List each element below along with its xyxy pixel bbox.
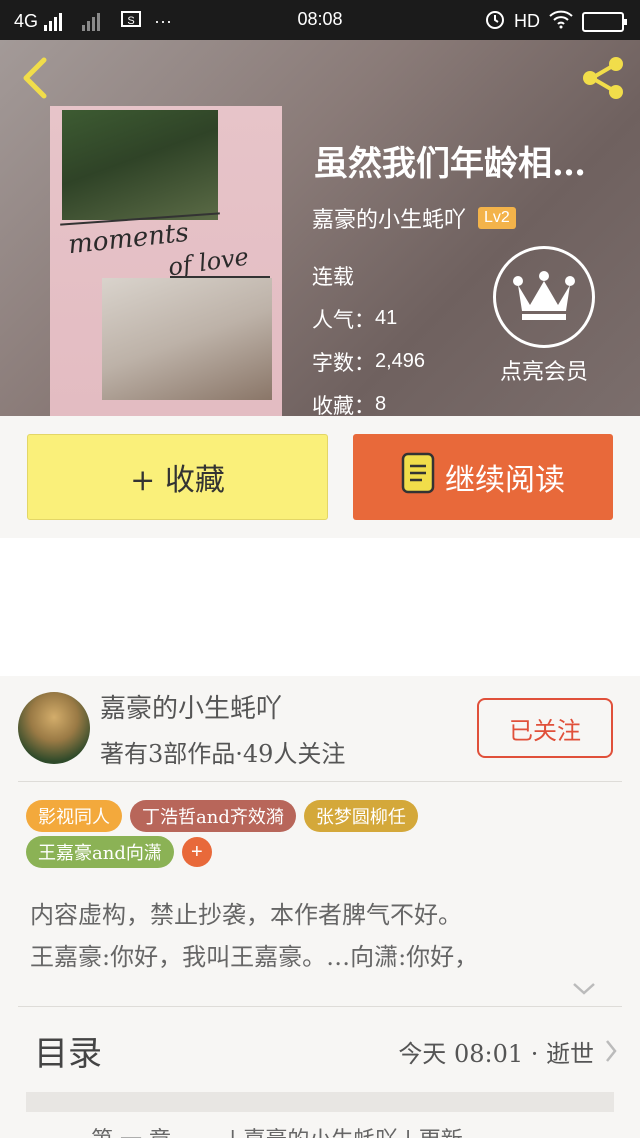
- cover-photo-top: [62, 110, 218, 220]
- tag[interactable]: 影视同人: [26, 800, 122, 832]
- book-header: moments of love 虽然我们年龄相… 嘉豪的小生蚝吖 Lv2 连载 …: [0, 40, 640, 416]
- divider: [18, 1006, 622, 1007]
- book-title: 虽然我们年龄相…: [314, 144, 586, 184]
- collect-button[interactable]: + 收藏: [27, 434, 328, 520]
- popularity-value: 41: [375, 307, 398, 329]
- toc-label: 目录: [34, 1034, 102, 1074]
- alarm-icon: [484, 8, 506, 35]
- description-line: 王嘉豪:你好，我叫王嘉豪。…向潇:你好，: [30, 943, 479, 971]
- battery-icon: [582, 11, 627, 32]
- divider: [18, 781, 622, 782]
- continue-reading-label: 继续阅读: [445, 463, 565, 498]
- book-icon: [401, 452, 435, 502]
- action-bar: + 收藏 继续阅读: [0, 416, 640, 538]
- book-cover[interactable]: moments of love: [50, 106, 282, 416]
- author-row: 嘉豪的小生蚝吖 Lv2: [312, 202, 516, 234]
- vip-button[interactable]: 点亮会员: [486, 246, 602, 386]
- crown-icon: [493, 246, 595, 348]
- popularity-row: 人气： 41: [312, 297, 425, 340]
- wifi-icon: [548, 9, 574, 34]
- tag[interactable]: 张梦圆柳任: [303, 800, 418, 832]
- tag-row: 王嘉豪and向潇 +: [26, 836, 626, 868]
- favorites-label: 收藏：: [312, 393, 375, 417]
- chapter-list-header: [26, 1092, 614, 1112]
- add-tag-button[interactable]: +: [181, 837, 212, 867]
- continue-reading-button[interactable]: 继续阅读: [353, 434, 613, 520]
- cover-photo-bottom: [102, 278, 272, 400]
- description-line: 内容虚构，禁止抄袭，本作者脾气不好。: [30, 901, 462, 929]
- serial-status: 连载: [312, 264, 354, 289]
- words-label: 字数：: [312, 350, 375, 375]
- book-description[interactable]: 内容虚构，禁止抄袭，本作者脾气不好。 王嘉豪:你好，我叫王嘉豪。…向潇:你好，: [30, 894, 620, 978]
- tag-row: 影视同人 丁浩哲and齐效漪 张梦圆柳任: [26, 800, 626, 832]
- chapter-list-peek[interactable]: —— 第 一 章 —— | 嘉豪的小生蚝吖 | 更新: [40, 1122, 640, 1138]
- spacer: [0, 538, 640, 676]
- table-of-contents-row[interactable]: 目录 今天 08:01 · 逝世: [0, 1008, 640, 1092]
- tag[interactable]: 丁浩哲and齐效漪: [130, 800, 296, 832]
- status-bar: 4G S ··· 08:08 HD: [0, 0, 640, 40]
- vip-label: 点亮会员: [499, 360, 588, 385]
- share-icon[interactable]: [580, 54, 628, 102]
- avatar[interactable]: [18, 692, 90, 764]
- level-badge: Lv2: [478, 207, 516, 229]
- hd-label: HD: [514, 11, 540, 31]
- author-section: 嘉豪的小生蚝吖 著有3部作品·49人关注 已关注 影视同人 丁浩哲and齐效漪 …: [0, 676, 640, 1138]
- words-value: 2,496: [375, 350, 426, 372]
- words-row: 字数： 2,496: [312, 340, 425, 383]
- status-right: HD: [484, 8, 627, 35]
- favorites-value: 8: [375, 393, 387, 415]
- tag-list: 影视同人 丁浩哲and齐效漪 张梦圆柳任 王嘉豪and向潇 +: [26, 800, 626, 872]
- tag[interactable]: 王嘉豪and向潇: [26, 836, 174, 868]
- author-name[interactable]: 嘉豪的小生蚝吖: [100, 688, 282, 725]
- toc-update-info: 今天 08:01 · 逝世: [398, 1040, 594, 1068]
- follow-button[interactable]: 已关注: [477, 698, 613, 758]
- chevron-down-icon[interactable]: [570, 978, 598, 998]
- back-icon[interactable]: [18, 56, 50, 100]
- popularity-label: 人气：: [312, 307, 375, 332]
- book-author[interactable]: 嘉豪的小生蚝吖: [312, 202, 466, 234]
- book-stats: 连载 人气： 41 字数： 2,496 收藏： 8: [312, 254, 425, 417]
- favorites-row: 收藏： 8: [312, 383, 425, 416]
- chevron-right-icon: [604, 1038, 618, 1068]
- author-meta: 著有3部作品·49人关注: [100, 740, 346, 768]
